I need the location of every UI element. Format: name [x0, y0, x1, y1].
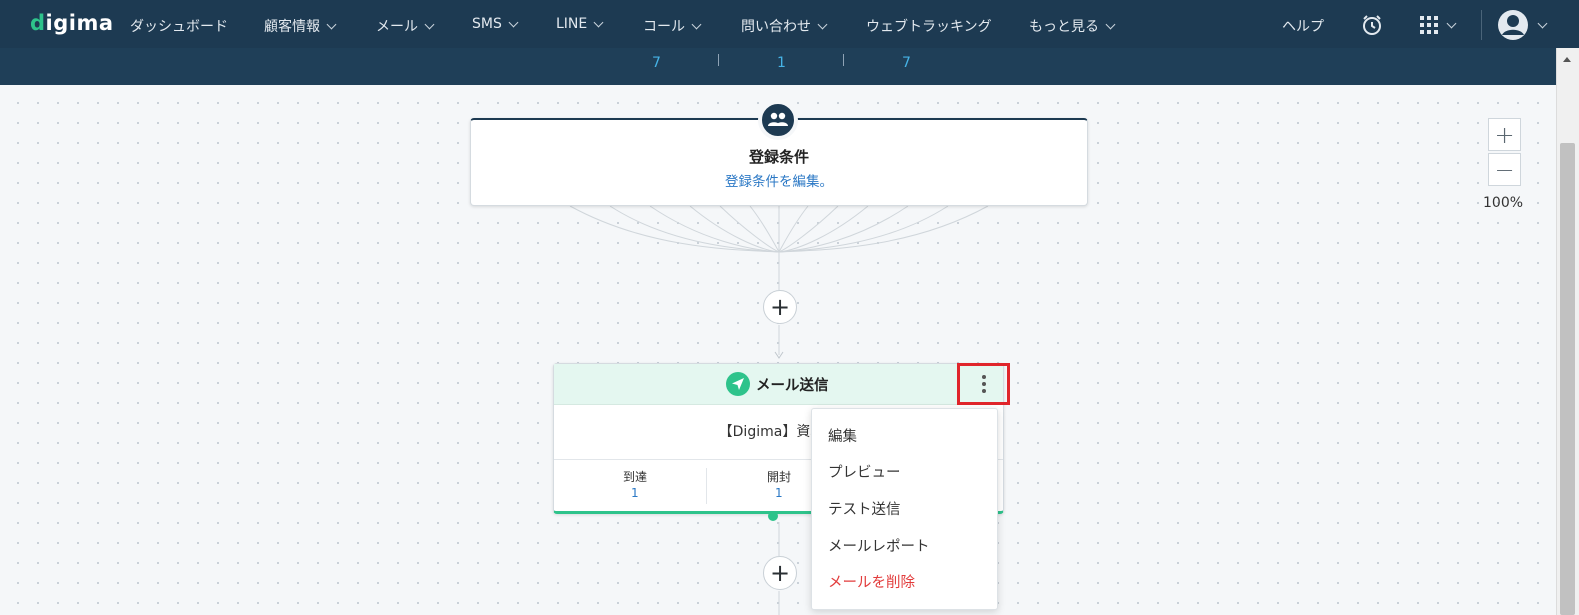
- edit-condition-link[interactable]: 登録条件を編集。: [471, 170, 1087, 190]
- scroll-up-arrow-icon[interactable]: [1563, 57, 1571, 62]
- add-step-button[interactable]: +: [763, 290, 797, 324]
- add-step-label: +: [769, 559, 791, 587]
- add-step-label: +: [769, 293, 791, 321]
- add-step-button[interactable]: +: [763, 556, 797, 590]
- kebab-dot: [981, 389, 986, 393]
- condition-node-title: 登録条件: [748, 148, 809, 166]
- edit-condition-label: 登録条件を編集。: [725, 174, 833, 190]
- stat-separator: [706, 468, 707, 504]
- kebab-dot: [981, 382, 986, 386]
- zoom-out-button[interactable]: −: [1488, 153, 1521, 186]
- scrollbar-thumb[interactable]: [1560, 143, 1575, 615]
- node-options-button[interactable]: [957, 363, 1010, 405]
- connector-dot: [768, 511, 778, 521]
- zoom-in-button[interactable]: +: [1488, 118, 1521, 151]
- zoom-out-label: −: [1494, 155, 1515, 184]
- opened-value: 1: [775, 486, 783, 500]
- mail-node-title: メール送信: [756, 378, 829, 394]
- kebab-icon: [981, 375, 986, 379]
- mail-node-header: メール送信: [554, 364, 1003, 405]
- delivered-label: 到達: [623, 470, 648, 484]
- delivered-value: 1: [631, 486, 639, 500]
- users-icon: [758, 100, 798, 140]
- zoom-in-label: +: [1494, 120, 1515, 149]
- menu-item-preview[interactable]: プレビュー: [828, 461, 901, 482]
- menu-item-mail-report[interactable]: メールレポート: [828, 535, 930, 556]
- zoom-level: 100%: [1483, 195, 1524, 211]
- opened-label: 開封: [767, 470, 792, 484]
- menu-item-edit[interactable]: 編集: [828, 425, 857, 446]
- node-context-menu: 編集 プレビュー テスト送信 メールレポート メールを削除: [811, 408, 998, 610]
- menu-item-test-send[interactable]: テスト送信: [828, 498, 901, 519]
- menu-item-delete-mail[interactable]: メールを削除: [828, 571, 915, 592]
- paper-plane-icon: [726, 372, 750, 396]
